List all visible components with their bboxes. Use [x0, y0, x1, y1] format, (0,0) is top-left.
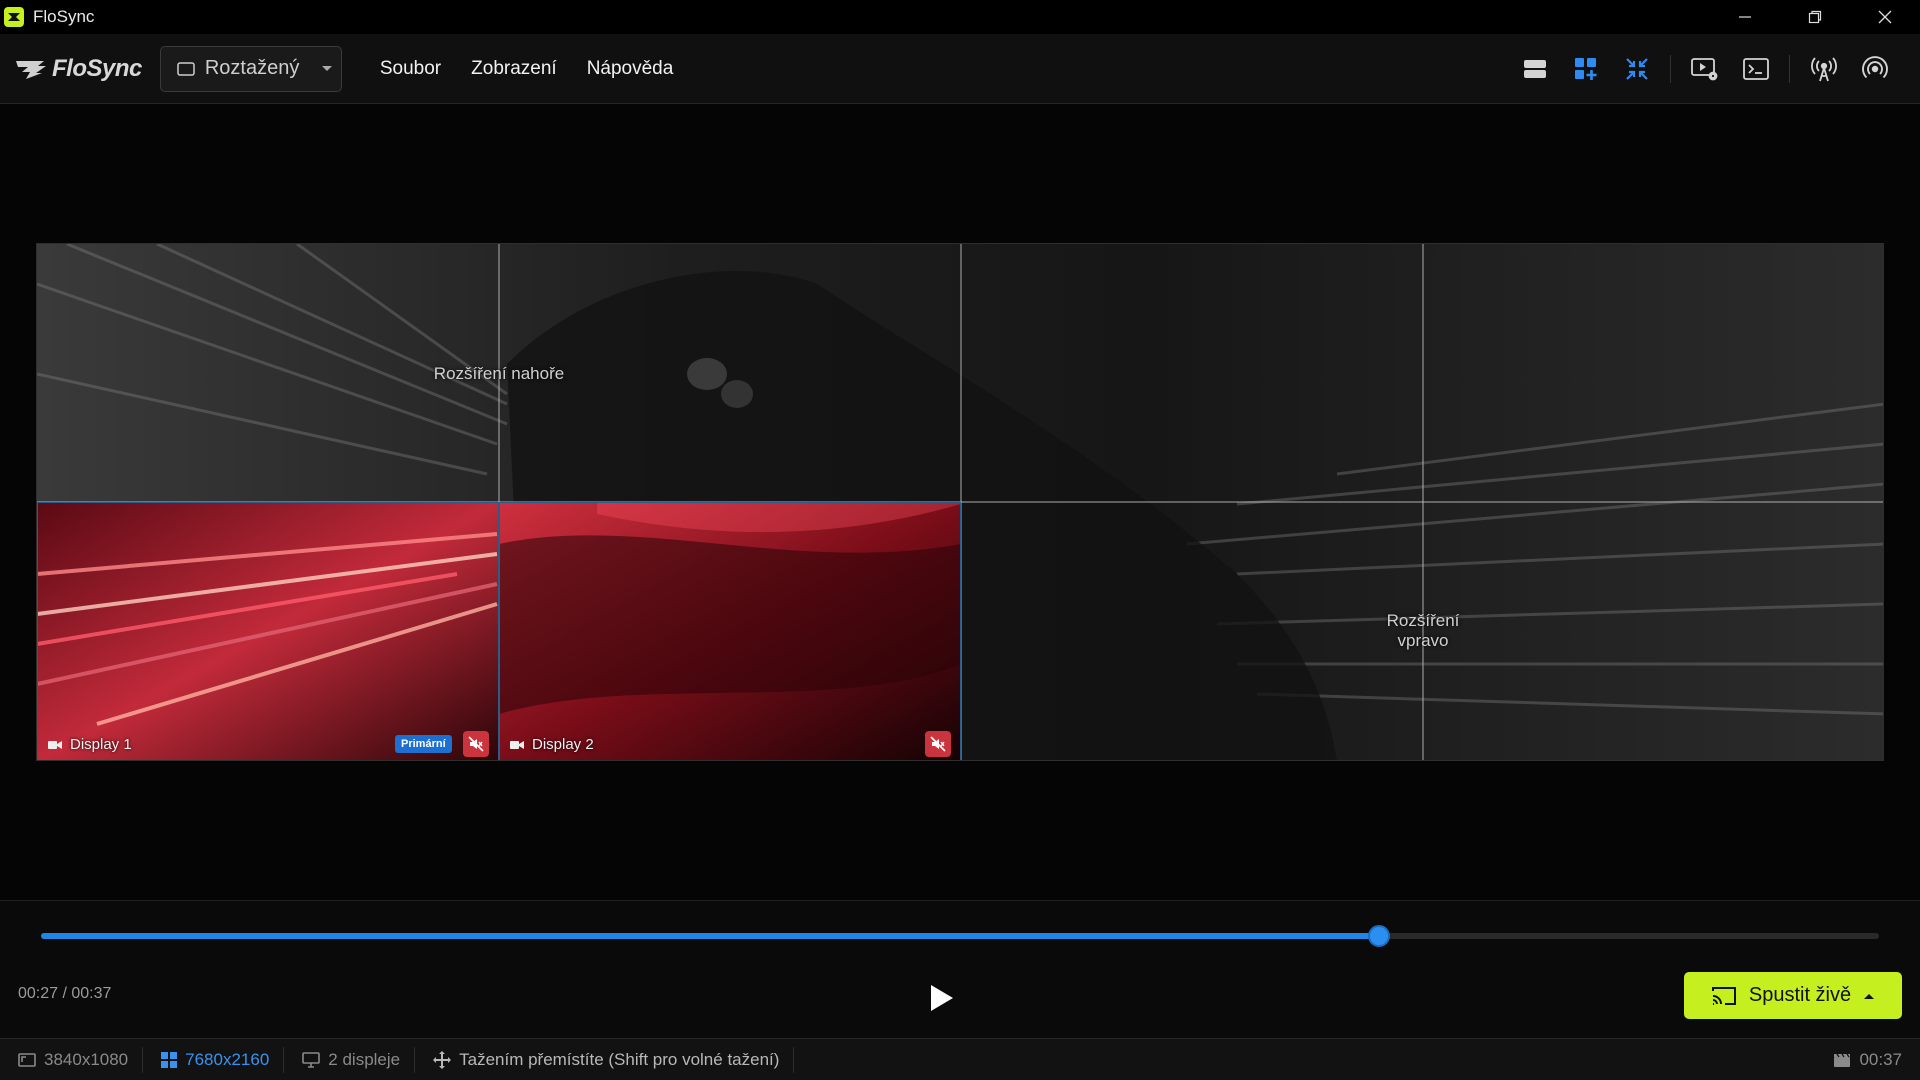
play-icon	[931, 985, 953, 1011]
canvas-resolution-value: 7680x2160	[185, 1049, 270, 1069]
layout-canvas[interactable]: Rozšíření nahoře Rozšíření vpravo Displa…	[36, 243, 1884, 761]
clapperboard-icon	[1834, 1053, 1851, 1067]
chevron-up-icon	[1864, 993, 1875, 999]
display-1-name: Display 1	[70, 736, 132, 753]
wireless-button[interactable]	[1849, 49, 1900, 89]
toolbar-divider	[1789, 55, 1790, 83]
grid-add-button[interactable]	[1560, 49, 1611, 89]
minimize-icon	[1739, 16, 1751, 18]
brand-logo: FloSync	[14, 55, 142, 83]
display-1-tile[interactable]: Display 1 Primární	[37, 502, 499, 760]
display-1-mute-button[interactable]	[463, 731, 489, 757]
restore-button[interactable]	[1780, 0, 1850, 34]
layout-rows-button[interactable]	[1509, 49, 1560, 89]
camera-icon	[510, 740, 524, 749]
close-button[interactable]	[1850, 0, 1920, 34]
chevron-down-icon	[322, 65, 333, 71]
title-bar: FloSync	[0, 0, 1920, 34]
display-1-footer: Display 1	[48, 736, 132, 753]
rows-layout-icon	[1523, 60, 1546, 78]
fit-compress-icon	[1625, 58, 1648, 80]
duration-value: 00:37	[1859, 1049, 1902, 1069]
menu-item-soubor[interactable]: Soubor	[380, 58, 441, 80]
logo-wing-icon	[16, 60, 46, 79]
display-2-mute-button[interactable]	[925, 731, 951, 757]
display-2-tile[interactable]: Display 2	[499, 502, 961, 760]
fit-compress-button[interactable]	[1611, 49, 1662, 89]
move-icon	[433, 1050, 452, 1069]
status-canvas-resolution[interactable]: 7680x2160	[143, 1046, 285, 1073]
broadcast-button[interactable]	[1798, 49, 1849, 89]
toolbar-divider	[1670, 55, 1671, 83]
time-readout: 00:27 / 00:37	[18, 985, 112, 1002]
broadcast-tower-icon	[1810, 57, 1837, 82]
menu-item-zobrazeni[interactable]: Zobrazení	[471, 58, 557, 80]
close-icon	[1878, 10, 1892, 24]
terminal-button[interactable]	[1730, 49, 1781, 89]
mode-select-value: Roztažený	[204, 57, 300, 79]
play-settings-button[interactable]	[1679, 49, 1730, 89]
muted-speaker-icon	[468, 736, 484, 752]
minimize-button[interactable]	[1710, 0, 1780, 34]
displays-count-value: 2 displeje	[328, 1049, 401, 1069]
go-live-button[interactable]: Spustit živě	[1684, 972, 1902, 1019]
toolbar	[1509, 34, 1900, 104]
cast-icon	[1711, 986, 1736, 1005]
status-source-resolution: 3840x1080	[0, 1046, 144, 1073]
restore-icon	[1808, 10, 1822, 24]
display-mode-icon	[177, 61, 195, 76]
mode-select[interactable]: Roztažený	[159, 45, 342, 92]
extension-right-label-line2: vpravo	[1397, 631, 1449, 650]
monitor-icon	[302, 1051, 321, 1068]
menu-item-napoveda[interactable]: Nápověda	[587, 58, 674, 80]
preview-stage: Rozšíření nahoře Rozšíření vpravo Displa…	[0, 105, 1920, 900]
drag-hint-text: Tažením přemístíte (Shift pro volné taže…	[459, 1049, 780, 1069]
display-2-name: Display 2	[532, 736, 594, 753]
timeline-progress	[41, 933, 1380, 939]
window-controls	[1710, 0, 1920, 34]
muted-speaker-icon	[930, 736, 946, 752]
primary-badge: Primární	[395, 735, 452, 753]
aspect-ratio-icon	[18, 1052, 36, 1067]
window-title: FloSync	[33, 7, 95, 26]
wireless-signal-icon	[1861, 56, 1888, 79]
camera-icon	[48, 740, 62, 749]
grid-add-icon	[1574, 58, 1596, 80]
play-button[interactable]	[922, 978, 962, 1018]
logo-text: FloSync	[52, 54, 142, 82]
grid-icon	[161, 1051, 178, 1068]
status-drag-hint: Tažením přemístíte (Shift pro volné taže…	[415, 1046, 795, 1073]
extension-right-label: Rozšíření vpravo	[1373, 611, 1473, 651]
playback-panel: 00:27 / 00:37 Spustit živě	[0, 900, 1920, 1038]
play-settings-icon	[1690, 58, 1717, 81]
app-logo-icon	[4, 7, 24, 27]
status-displays-count: 2 displeje	[284, 1046, 416, 1073]
source-resolution-value: 3840x1080	[44, 1049, 129, 1069]
display-2-footer: Display 2	[510, 736, 594, 753]
terminal-icon	[1742, 58, 1769, 80]
extension-right-label-line1: Rozšíření	[1386, 611, 1460, 630]
status-duration: 00:37	[1833, 1050, 1902, 1070]
menu-bar: FloSync Roztažený Soubor Zobrazení Nápov…	[0, 34, 1920, 104]
status-bar: 3840x1080 7680x2160 2 displeje Tažením p…	[0, 1038, 1920, 1080]
timeline-thumb[interactable]	[1368, 925, 1391, 947]
go-live-label: Spustit živě	[1748, 984, 1852, 1006]
timeline-slider[interactable]	[41, 925, 1879, 947]
main-menu: Soubor Zobrazení Nápověda	[380, 58, 673, 80]
extension-top-label: Rozšíření nahoře	[433, 364, 565, 383]
